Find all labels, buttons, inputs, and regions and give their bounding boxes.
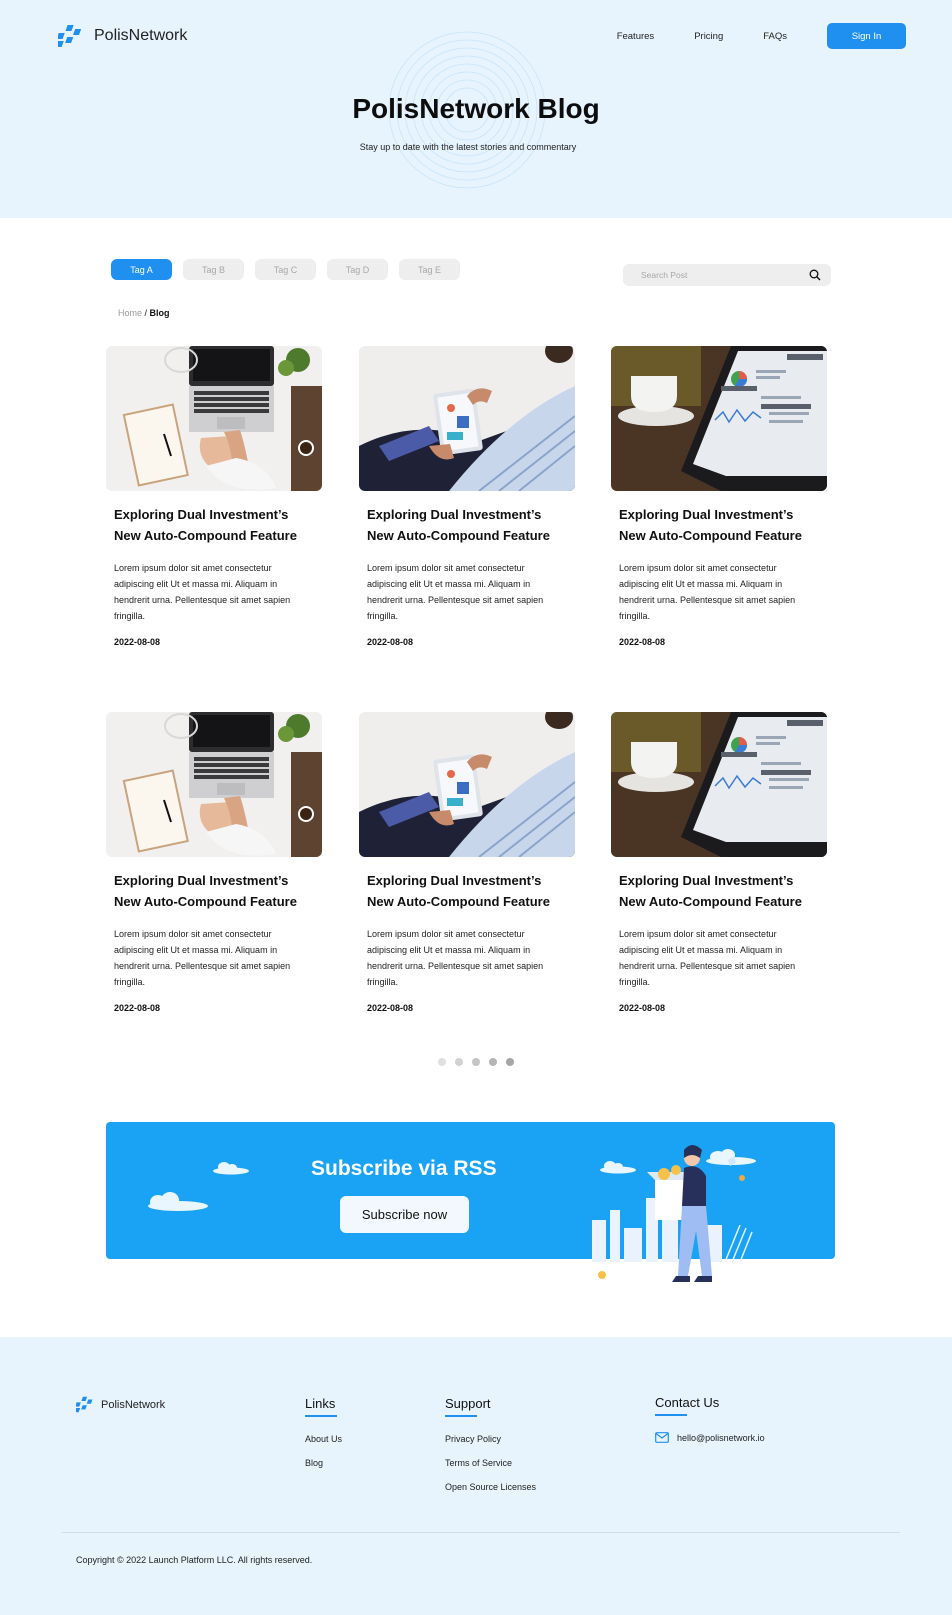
blog-card[interactable]: Exploring Dual Investment’s New Auto-Com… (611, 712, 827, 1013)
breadcrumb-home[interactable]: Home (118, 308, 142, 318)
footer-contact-column: Contact Us hello@polisnetwork.io (655, 1395, 765, 1443)
post-title[interactable]: Exploring Dual Investment’s New Auto-Com… (367, 504, 567, 546)
tag-filter-bar: Tag A Tag B Tag C Tag D Tag E (111, 259, 471, 280)
post-excerpt: Lorem ipsum dolor sit amet consectetur a… (619, 563, 796, 621)
contact-email-row[interactable]: hello@polisnetwork.io (655, 1432, 765, 1443)
post-excerpt: Lorem ipsum dolor sit amet consectetur a… (367, 563, 544, 621)
search-icon[interactable] (809, 269, 821, 281)
nav-faqs[interactable]: FAQs (763, 31, 787, 42)
hero-header: PolisNetwork Features Pricing FAQs Sign … (0, 0, 952, 218)
blog-card[interactable]: Exploring Dual Investment’s New Auto-Com… (359, 712, 575, 1013)
breadcrumb: Home / Blog (118, 308, 170, 318)
post-thumbnail[interactable] (106, 712, 322, 857)
mail-icon (655, 1432, 669, 1443)
person-carrying-box-illustration (592, 1145, 753, 1282)
heading-underline (655, 1414, 687, 1416)
blog-card[interactable]: Exploring Dual Investment’s New Auto-Com… (359, 346, 575, 647)
pagination-dot-1[interactable] (438, 1058, 446, 1066)
polis-logo-icon (76, 1396, 93, 1413)
contact-email[interactable]: hello@polisnetwork.io (677, 1433, 765, 1443)
main-nav: Features Pricing FAQs Sign In (617, 23, 906, 49)
post-thumbnail[interactable] (611, 712, 827, 857)
page-subtitle: Stay up to date with the latest stories … (359, 142, 577, 152)
footer-link-open-source-licenses[interactable]: Open Source Licenses (445, 1482, 536, 1492)
blog-card[interactable]: Exploring Dual Investment’s New Auto-Com… (611, 346, 827, 647)
footer-links-column: Links About Us Blog (305, 1396, 342, 1468)
brand-name: PolisNetwork (94, 27, 188, 44)
post-date: 2022-08-08 (114, 637, 161, 647)
pagination-dots (438, 1058, 523, 1066)
footer-links-heading: Links (305, 1396, 336, 1411)
post-excerpt: Lorem ipsum dolor sit amet consectetur a… (619, 929, 796, 987)
post-excerpt: Lorem ipsum dolor sit amet consectetur a… (114, 563, 291, 621)
footer-brand-logo[interactable]: PolisNetwork (76, 1396, 165, 1413)
footer-link-terms-of-service[interactable]: Terms of Service (445, 1458, 536, 1468)
tag-filter-e[interactable]: Tag E (399, 259, 460, 280)
tag-filter-c[interactable]: Tag C (255, 259, 316, 280)
post-thumbnail[interactable] (106, 346, 322, 491)
tag-filter-d[interactable]: Tag D (327, 259, 388, 280)
copyright-text: Copyright © 2022 Launch Platform LLC. Al… (76, 1555, 313, 1565)
post-excerpt: Lorem ipsum dolor sit amet consectetur a… (367, 929, 544, 987)
footer-support-column: Support Privacy Policy Terms of Service … (445, 1396, 536, 1492)
post-date: 2022-08-08 (619, 637, 666, 647)
heading-underline (445, 1415, 477, 1417)
post-title[interactable]: Exploring Dual Investment’s New Auto-Com… (367, 870, 567, 912)
post-title[interactable]: Exploring Dual Investment’s New Auto-Com… (114, 870, 314, 912)
post-thumbnail[interactable] (611, 346, 827, 491)
pagination-dot-2[interactable] (455, 1058, 463, 1066)
search-box (623, 264, 831, 286)
post-date: 2022-08-08 (367, 637, 414, 647)
polis-logo-icon (58, 25, 82, 47)
pagination-dot-4[interactable] (489, 1058, 497, 1066)
post-title[interactable]: Exploring Dual Investment’s New Auto-Com… (114, 504, 314, 546)
sign-in-button[interactable]: Sign In (827, 23, 906, 49)
footer-link-about-us[interactable]: About Us (305, 1434, 342, 1444)
pagination-dot-5[interactable] (506, 1058, 514, 1066)
nav-features[interactable]: Features (617, 31, 655, 42)
blog-card[interactable]: Exploring Dual Investment’s New Auto-Com… (106, 346, 322, 647)
post-date: 2022-08-08 (114, 1003, 161, 1013)
blog-card[interactable]: Exploring Dual Investment’s New Auto-Com… (106, 712, 322, 1013)
tag-filter-a[interactable]: Tag A (111, 259, 172, 280)
post-date: 2022-08-08 (619, 1003, 666, 1013)
post-title[interactable]: Exploring Dual Investment’s New Auto-Com… (619, 504, 819, 546)
footer-link-blog[interactable]: Blog (305, 1458, 342, 1468)
brand-logo[interactable]: PolisNetwork (58, 24, 187, 48)
post-excerpt: Lorem ipsum dolor sit amet consectetur a… (114, 929, 291, 987)
breadcrumb-separator: / (142, 308, 150, 318)
post-thumbnail[interactable] (359, 712, 575, 857)
footer-link-privacy-policy[interactable]: Privacy Policy (445, 1434, 536, 1444)
footer-support-heading: Support (445, 1396, 491, 1411)
breadcrumb-current: Blog (149, 308, 170, 318)
subscribe-title: Subscribe via RSS (311, 1157, 497, 1180)
nav-pricing[interactable]: Pricing (694, 31, 723, 42)
search-input[interactable] (641, 270, 791, 280)
footer-contact-heading: Contact Us (655, 1395, 720, 1410)
footer-divider (62, 1532, 900, 1533)
page-title: PolisNetwork Blog (352, 93, 600, 124)
footer-brand-name: PolisNetwork (101, 1398, 166, 1411)
subscribe-now-button[interactable]: Subscribe now (340, 1196, 469, 1233)
post-date: 2022-08-08 (367, 1003, 414, 1013)
pagination-dot-3[interactable] (472, 1058, 480, 1066)
post-title[interactable]: Exploring Dual Investment’s New Auto-Com… (619, 870, 819, 912)
tag-filter-b[interactable]: Tag B (183, 259, 244, 280)
post-thumbnail[interactable] (359, 346, 575, 491)
heading-underline (305, 1415, 337, 1417)
